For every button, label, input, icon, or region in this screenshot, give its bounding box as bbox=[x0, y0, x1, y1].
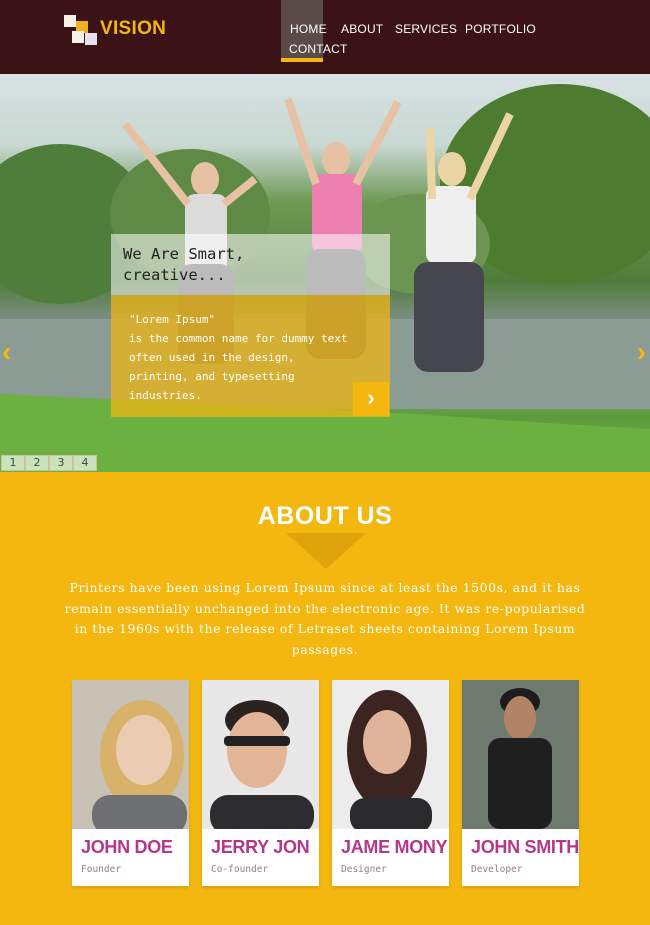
team-name: JOHN DOE bbox=[81, 837, 173, 857]
nav-services[interactable]: SERVICES bbox=[395, 22, 457, 36]
team-role: Co-founder bbox=[211, 864, 269, 875]
about-text: Printers have been using Lorem Ipsum sin… bbox=[64, 580, 586, 657]
team-name: JAME MONY bbox=[341, 837, 448, 857]
nav-home-label[interactable]: HOME bbox=[290, 22, 327, 36]
about-title-pointer bbox=[286, 533, 366, 569]
nav-portfolio[interactable]: PORTFOLIO bbox=[465, 22, 536, 36]
header: VISION HOME CONTACT ABOUT SERVICES PORTF… bbox=[0, 0, 650, 74]
brand-name[interactable]: VISION bbox=[100, 18, 166, 40]
team-name: JOHN SMITH bbox=[471, 837, 580, 857]
page-button-4[interactable]: 4 bbox=[73, 455, 97, 471]
page-button-2[interactable]: 2 bbox=[25, 455, 49, 471]
slide-caption-heading: We Are Smart, creative... bbox=[111, 234, 390, 295]
team-card[interactable]: JOHN SMITH Developer bbox=[462, 680, 579, 886]
slide-caption-body: "Lorem Ipsum" is the common name for dum… bbox=[111, 295, 390, 417]
avatar bbox=[202, 680, 319, 829]
avatar bbox=[72, 680, 189, 829]
team-card[interactable]: JERRY JON Co-founder bbox=[202, 680, 319, 886]
page-button-1[interactable]: 1 bbox=[1, 455, 25, 471]
team-role: Developer bbox=[471, 864, 523, 875]
chevron-right-icon: › bbox=[367, 385, 375, 410]
slide-next-button[interactable]: › bbox=[353, 382, 389, 416]
about-title: ABOUT US bbox=[257, 502, 393, 530]
team-card[interactable]: JOHN DOE Founder bbox=[72, 680, 189, 886]
chevron-left-icon[interactable]: ‹ bbox=[2, 336, 11, 368]
hero-slider: ‹ › We Are Smart, creative... "Lorem Ips… bbox=[0, 74, 650, 472]
team-role: Designer bbox=[341, 864, 387, 875]
page-button-3[interactable]: 3 bbox=[49, 455, 73, 471]
logo-icon[interactable] bbox=[64, 15, 98, 47]
avatar bbox=[332, 680, 449, 829]
team-role: Founder bbox=[81, 864, 122, 875]
slide-heading-text: We Are Smart, creative... bbox=[123, 245, 245, 284]
team-card[interactable]: JAME MONY Designer bbox=[332, 680, 449, 886]
slide-body-text: "Lorem Ipsum" is the common name for dum… bbox=[129, 313, 348, 402]
team-name: JERRY JON bbox=[211, 837, 310, 857]
chevron-right-icon[interactable]: › bbox=[637, 336, 646, 368]
nav-home[interactable]: HOME CONTACT bbox=[281, 0, 347, 62]
nav-contact-label[interactable]: CONTACT bbox=[289, 42, 348, 56]
avatar bbox=[462, 680, 579, 829]
nav-about[interactable]: ABOUT bbox=[341, 22, 383, 36]
